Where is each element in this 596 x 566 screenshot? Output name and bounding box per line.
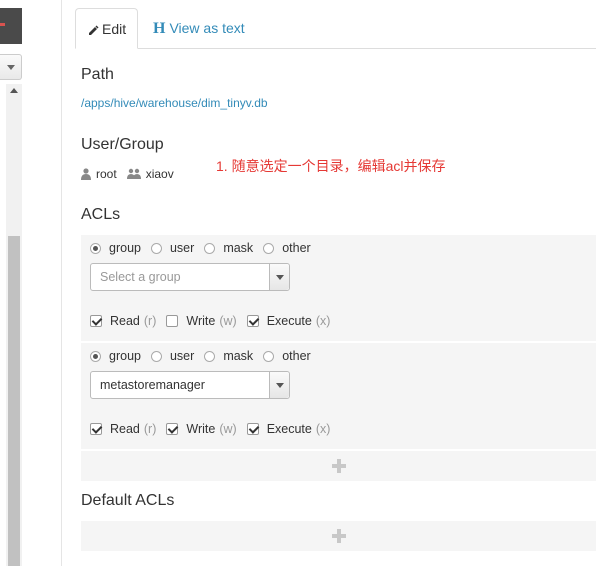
path-heading: Path <box>81 66 114 83</box>
owner-user: root <box>96 167 117 181</box>
radio-button[interactable] <box>150 350 162 362</box>
left-sidebar <box>0 0 22 566</box>
acl-type-radios: group user mask other <box>90 241 321 255</box>
perm-execute[interactable]: Execute (x) <box>246 314 331 328</box>
acl-type-radios: group user mask other <box>90 349 321 363</box>
radio-label: user <box>169 241 195 255</box>
radio-group[interactable]: group <box>90 349 141 363</box>
panel-divider <box>61 0 62 566</box>
acl-entry: group user mask other Select a group Rea… <box>81 235 596 341</box>
perm-code: (x) <box>315 422 331 436</box>
scrollbar[interactable] <box>6 84 22 566</box>
acls-heading: ACLs <box>81 206 121 223</box>
radio-user[interactable]: user <box>150 349 195 363</box>
sidebar-mark <box>0 23 5 26</box>
perm-write[interactable]: Write (w) <box>166 314 237 328</box>
radio-label: mask <box>223 349 254 363</box>
radio-label: user <box>169 349 195 363</box>
radio-label: other <box>282 241 311 255</box>
radio-other[interactable]: other <box>263 349 311 363</box>
user-group-heading: User/Group <box>81 136 164 153</box>
perm-label: Execute <box>266 314 312 328</box>
checkbox[interactable] <box>166 315 179 327</box>
radio-button[interactable] <box>90 350 101 362</box>
tab-bar: Edit H View as text <box>75 8 596 49</box>
perm-label: Read <box>110 314 140 328</box>
perm-code: (r) <box>143 422 157 436</box>
perm-label: Write <box>186 422 216 436</box>
group-select-value: metastoremanager <box>100 378 205 392</box>
chevron-down-icon[interactable] <box>269 264 289 290</box>
owner-info: root xiaov <box>81 167 174 181</box>
group-select[interactable]: Select a group <box>90 263 290 291</box>
perm-code: (w) <box>219 314 237 328</box>
sidebar-dark-button[interactable] <box>0 8 22 44</box>
scrollbar-thumb[interactable] <box>8 236 20 566</box>
owner-group: xiaov <box>145 167 174 181</box>
annotation-note: 1. 随意选定一个目录，编辑acl并保存 <box>216 158 446 174</box>
pencil-icon <box>88 11 99 51</box>
path-link[interactable]: /apps/hive/warehouse/dim_tinyv.db <box>81 96 268 110</box>
tab-view-as-text[interactable]: H View as text <box>153 8 245 49</box>
group-select-placeholder: Select a group <box>100 270 181 284</box>
radio-button[interactable] <box>263 242 275 254</box>
radio-other[interactable]: other <box>263 241 311 255</box>
chevron-down-icon[interactable] <box>269 372 289 398</box>
radio-label: group <box>109 349 141 363</box>
radio-button[interactable] <box>150 242 162 254</box>
permission-checkboxes: Read (r) Write (w) Execute (x) <box>90 422 340 436</box>
checkbox[interactable] <box>166 423 179 435</box>
add-default-acl-button[interactable] <box>81 521 596 551</box>
radio-button[interactable] <box>90 242 101 254</box>
permission-checkboxes: Read (r) Write (w) Execute (x) <box>90 314 340 328</box>
tab-view-as-text-label: View as text <box>169 20 245 36</box>
radio-mask[interactable]: mask <box>204 241 253 255</box>
add-acl-button[interactable] <box>81 451 596 481</box>
tab-edit-label: Edit <box>102 21 127 37</box>
chevron-down-icon <box>7 65 15 70</box>
radio-user[interactable]: user <box>150 241 195 255</box>
checkbox[interactable] <box>90 423 102 435</box>
radio-button[interactable] <box>204 350 216 362</box>
perm-write[interactable]: Write (w) <box>166 422 237 436</box>
user-icon <box>81 168 96 180</box>
perm-read[interactable]: Read (r) <box>90 314 156 328</box>
scroll-up-arrow-icon[interactable] <box>10 88 18 93</box>
plus-icon <box>324 521 354 551</box>
acl-entry: group user mask other metastoremanager R… <box>81 343 596 449</box>
perm-code: (w) <box>219 422 237 436</box>
default-acls-heading: Default ACLs <box>81 492 175 509</box>
perm-label: Read <box>110 422 140 436</box>
sidebar-dropdown[interactable] <box>0 54 22 80</box>
checkbox[interactable] <box>90 315 102 327</box>
tab-edit[interactable]: Edit <box>75 8 138 49</box>
plus-icon <box>324 451 354 481</box>
radio-button[interactable] <box>263 350 275 362</box>
checkbox[interactable] <box>246 315 259 327</box>
radio-mask[interactable]: mask <box>204 349 253 363</box>
perm-label: Write <box>186 314 216 328</box>
perm-read[interactable]: Read (r) <box>90 422 156 436</box>
h-icon: H <box>153 20 166 37</box>
radio-label: mask <box>223 241 254 255</box>
perm-code: (x) <box>315 314 331 328</box>
perm-execute[interactable]: Execute (x) <box>246 422 331 436</box>
perm-code: (r) <box>143 314 157 328</box>
radio-label: group <box>109 241 141 255</box>
radio-label: other <box>282 349 311 363</box>
group-icon <box>126 168 146 180</box>
radio-group[interactable]: group <box>90 241 141 255</box>
checkbox[interactable] <box>246 423 259 435</box>
radio-button[interactable] <box>204 242 216 254</box>
group-select[interactable]: metastoremanager <box>90 371 290 399</box>
perm-label: Execute <box>266 422 312 436</box>
